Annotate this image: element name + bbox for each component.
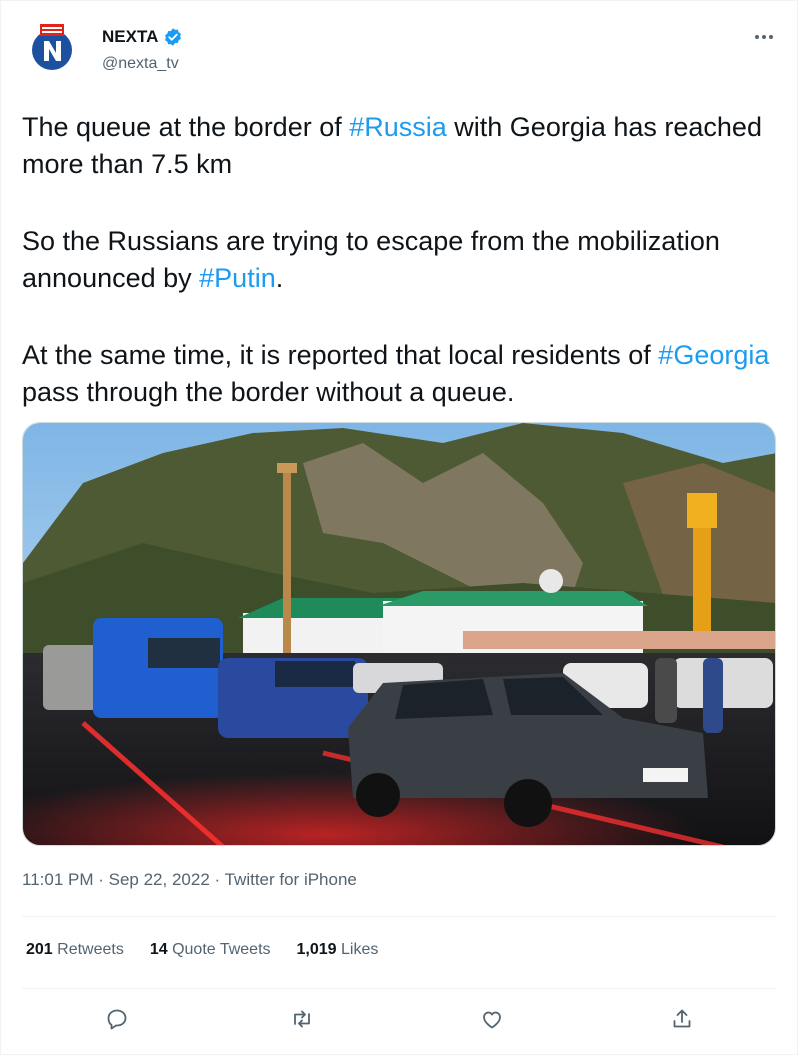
quote-tweets-stat[interactable]: 14 Quote Tweets: [150, 941, 271, 959]
display-name[interactable]: NEXTA: [102, 27, 158, 47]
tweet-actions: [22, 1004, 776, 1034]
user-handle[interactable]: @nexta_tv: [102, 55, 179, 73]
nexta-logo-icon: [25, 21, 79, 75]
text-span: pass through the border without a queue.: [22, 377, 515, 407]
text-span: The queue at the border of: [22, 112, 350, 142]
border-queue-photo: [23, 423, 775, 845]
separator: ·: [209, 870, 225, 889]
tweet-text: The queue at the border of #Russia with …: [22, 109, 782, 451]
tweet-media-photo[interactable]: [22, 422, 776, 846]
retweet-icon[interactable]: [287, 1004, 317, 1034]
divider: [22, 916, 776, 917]
retweets-label: Retweets: [52, 941, 124, 958]
tweet-timestamp: 11:01 PM · Sep 22, 2022 · Twitter for iP…: [22, 870, 357, 890]
retweets-stat[interactable]: 201 Retweets: [26, 941, 124, 959]
verified-badge-icon: [163, 27, 183, 47]
separator: ·: [93, 870, 109, 889]
quotes-label: Quote Tweets: [167, 941, 271, 958]
hashtag-russia[interactable]: #Russia: [349, 112, 447, 142]
avatar[interactable]: [25, 21, 79, 75]
text-span: At the same time, it is reported that lo…: [22, 340, 659, 370]
text-span: .: [275, 263, 284, 293]
hashtag-georgia[interactable]: #Georgia: [658, 340, 769, 370]
user-name-row: NEXTA: [102, 27, 183, 47]
tweet-paragraph-1: The queue at the border of #Russia with …: [22, 109, 782, 183]
tweet-date[interactable]: Sep 22, 2022: [109, 870, 210, 889]
tweet-time[interactable]: 11:01 PM: [22, 870, 94, 889]
tweet-card: NEXTA @nexta_tv The queue at the border …: [0, 0, 798, 1055]
more-options-icon[interactable]: [751, 27, 777, 47]
tweet-paragraph-3: At the same time, it is reported that lo…: [22, 337, 782, 411]
text-span: So the Russians are trying to escape fro…: [22, 226, 720, 293]
tweet-paragraph-2: So the Russians are trying to escape fro…: [22, 223, 782, 297]
likes-label: Likes: [336, 941, 379, 958]
share-icon[interactable]: [667, 1004, 697, 1034]
like-icon[interactable]: [477, 1004, 507, 1034]
tweet-stats: 201 Retweets 14 Quote Tweets 1,019 Likes: [26, 941, 378, 959]
hashtag-putin[interactable]: #Putin: [199, 263, 276, 293]
retweets-count: 201: [26, 941, 53, 958]
tweet-source[interactable]: Twitter for iPhone: [225, 870, 357, 889]
reply-icon[interactable]: [102, 1004, 132, 1034]
likes-stat[interactable]: 1,019 Likes: [297, 941, 379, 959]
likes-count: 1,019: [296, 941, 337, 958]
quotes-count: 14: [149, 941, 168, 958]
divider: [22, 988, 776, 989]
